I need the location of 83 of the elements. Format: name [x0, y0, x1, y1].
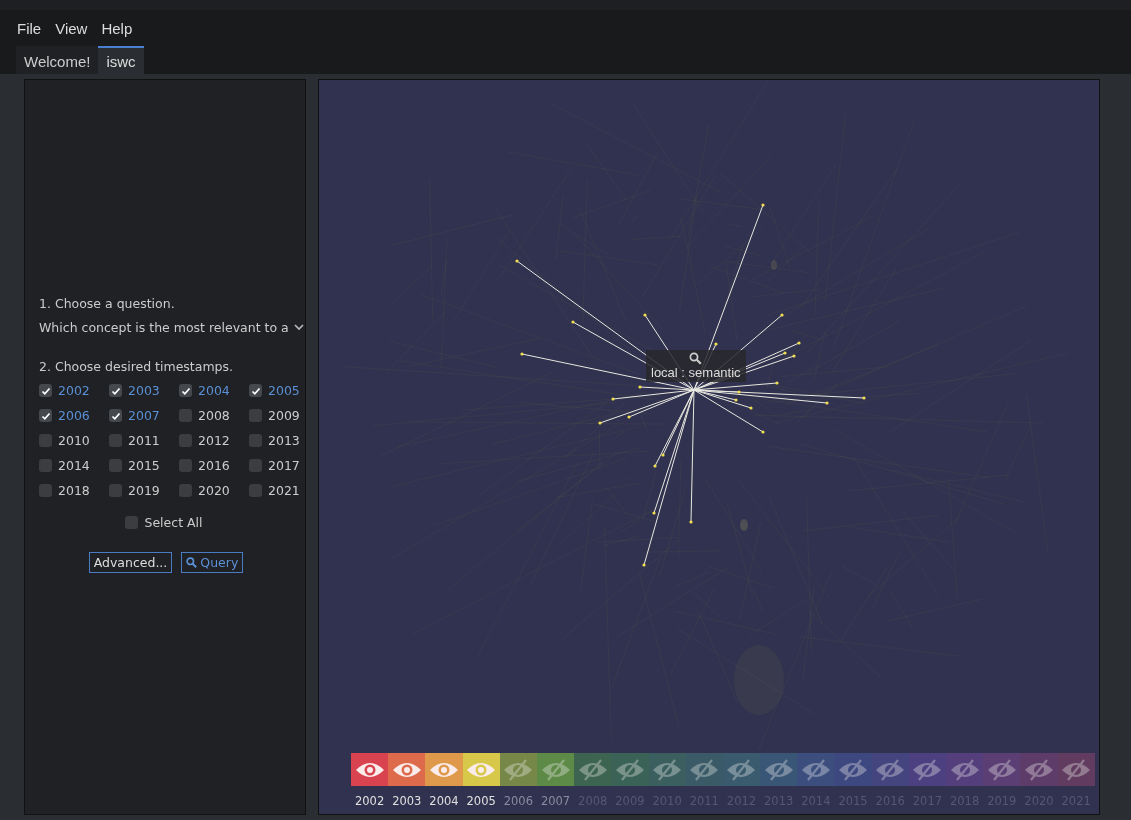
- year-visibility-toggle[interactable]: [908, 753, 946, 786]
- year-visibility-toggle[interactable]: [834, 753, 872, 786]
- year-checkbox[interactable]: 2002: [39, 383, 90, 398]
- check-icon: [40, 410, 51, 421]
- tab[interactable]: iswc: [98, 46, 144, 74]
- check-icon: [180, 385, 191, 396]
- advanced-button[interactable]: Advanced...: [88, 552, 173, 573]
- year-checkbox[interactable]: 2007: [109, 408, 160, 423]
- year-checkbox[interactable]: 2019: [109, 483, 160, 498]
- eye-slash-icon: [652, 758, 683, 781]
- eye-slash-icon: [540, 758, 571, 781]
- eye-slash-icon: [577, 758, 608, 781]
- year-visibility-toggle[interactable]: [574, 753, 612, 786]
- eye-slash-icon: [763, 758, 794, 781]
- check-icon: [110, 385, 121, 396]
- year-checkbox[interactable]: 2004: [179, 383, 230, 398]
- year-visibility-toggle[interactable]: [1057, 753, 1095, 786]
- year-checkbox[interactable]: 2017: [249, 458, 300, 473]
- tooltip-text: local : semantic: [651, 365, 741, 380]
- question-label: 1. Choose a question.: [39, 296, 176, 311]
- year-checkbox[interactable]: 2009: [249, 408, 300, 423]
- timestamps-label: 2. Choose desired timestamps.: [39, 359, 234, 374]
- select-all-checkbox[interactable]: Select All: [125, 515, 203, 530]
- eye-slash-icon: [838, 758, 869, 781]
- check-icon: [110, 410, 121, 421]
- year-visibility-toggle[interactable]: [462, 753, 500, 786]
- year-visibility-toggle[interactable]: [611, 753, 649, 786]
- year-checkbox[interactable]: 2013: [249, 433, 300, 448]
- tab[interactable]: Welcome!: [16, 46, 99, 74]
- menu-item[interactable]: View: [55, 19, 88, 37]
- year-label: 2002: [354, 794, 385, 808]
- query-button[interactable]: Query: [181, 552, 244, 573]
- eye-slash-icon: [1023, 758, 1054, 781]
- year-label: 2003: [392, 794, 422, 808]
- year-visibility-toggle[interactable]: [685, 753, 723, 786]
- eye-slash-icon: [986, 758, 1017, 781]
- year-checkbox[interactable]: 2018: [39, 483, 90, 498]
- year-checkbox[interactable]: 2014: [39, 458, 90, 473]
- year-label: 2005: [466, 794, 496, 808]
- check-icon: [250, 385, 261, 396]
- year-visibility-toggle[interactable]: [351, 753, 389, 786]
- search-icon: [689, 352, 703, 365]
- year-checkbox[interactable]: 2006: [39, 408, 90, 423]
- eye-slash-icon: [912, 758, 943, 781]
- year-visibility-toggle[interactable]: [648, 753, 686, 786]
- eye-slash-icon: [875, 758, 906, 781]
- year-checkbox[interactable]: 2005: [249, 383, 300, 398]
- year-label: 2006: [503, 794, 533, 808]
- year-checkbox[interactable]: 2012: [179, 433, 230, 448]
- year-visibility-toggle[interactable]: [871, 753, 909, 786]
- year-checkbox[interactable]: 2003: [109, 383, 160, 398]
- year-visibility-toggle[interactable]: [499, 753, 537, 786]
- search-icon: [186, 557, 198, 568]
- eye-slash-icon: [614, 758, 645, 781]
- menu-item[interactable]: File: [17, 19, 42, 37]
- year-checkbox[interactable]: 2015: [109, 458, 160, 473]
- year-checkbox[interactable]: 2011: [109, 433, 160, 448]
- eye-slash-icon: [1061, 758, 1092, 781]
- year-visibility-toggle[interactable]: [425, 753, 463, 786]
- year-visibility-toggle[interactable]: [760, 753, 798, 786]
- eye-slash-icon: [800, 758, 831, 781]
- year-visibility-toggle[interactable]: [536, 753, 575, 786]
- question-dropdown[interactable]: Which concept is the most relevant to a: [39, 320, 304, 335]
- year-visibility-toggle[interactable]: [722, 753, 761, 786]
- year-checkbox[interactable]: 2010: [39, 433, 90, 448]
- year-checkbox[interactable]: 2021: [249, 483, 300, 498]
- check-icon: [40, 385, 51, 396]
- year-checkbox[interactable]: 2008: [179, 408, 230, 423]
- year-visibility-toggle[interactable]: [946, 753, 984, 786]
- chevron-down-icon: [293, 324, 304, 331]
- year-checkbox[interactable]: 2016: [179, 458, 230, 473]
- eye-slash-icon: [726, 758, 757, 781]
- year-label: 2004: [429, 794, 459, 808]
- year-label: 2007: [540, 794, 571, 808]
- eye-slash-icon: [503, 758, 534, 781]
- menu-item[interactable]: Help: [101, 19, 133, 37]
- year-visibility-toggle[interactable]: [1020, 753, 1058, 786]
- year-visibility-toggle[interactable]: [388, 753, 426, 786]
- eye-slash-icon: [949, 758, 980, 781]
- year-visibility-toggle[interactable]: [983, 753, 1021, 786]
- year-checkbox[interactable]: 2020: [179, 483, 230, 498]
- year-visibility-toggle[interactable]: [797, 753, 835, 786]
- eye-slash-icon: [689, 758, 720, 781]
